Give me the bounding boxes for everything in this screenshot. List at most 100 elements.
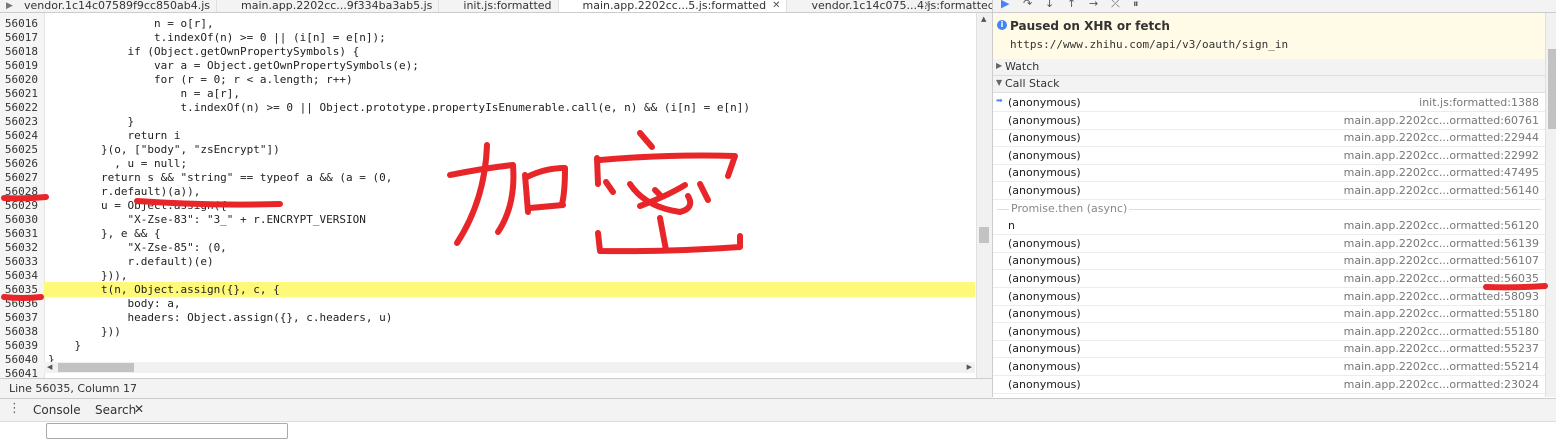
- call-stack-section-header[interactable]: ▼ Call Stack: [993, 76, 1545, 93]
- line-number[interactable]: 56022: [0, 101, 38, 115]
- paused-reason: Paused on XHR or fetch: [1010, 19, 1170, 33]
- scrollbar-thumb[interactable]: [979, 227, 989, 243]
- code-line: })): [48, 325, 121, 338]
- source-tab-label: vendor.1c14c075...4.js:formatted: [811, 0, 992, 12]
- close-tab-icon[interactable]: ✕: [772, 0, 780, 12]
- deactivate-breakpoints-icon[interactable]: ⤫: [1111, 0, 1120, 11]
- frame-location-link[interactable]: main.app.2202cc...ormatted:22944: [1344, 131, 1539, 144]
- line-number[interactable]: 56041: [0, 367, 38, 378]
- code-editor[interactable]: 56016 56017 56018 56019 56020 56021 56022 56023…: [0, 13, 975, 378]
- call-frame[interactable]: (anonymous) main.app.2202cc...ormatted:23…: [993, 376, 1545, 394]
- async-separator: Promise.then (async): [993, 200, 1545, 217]
- line-number[interactable]: 56031: [0, 227, 38, 241]
- step-into-icon[interactable]: ↓: [1045, 0, 1054, 10]
- line-number[interactable]: 56021: [0, 87, 38, 101]
- line-number[interactable]: 56019: [0, 59, 38, 73]
- editor-horizontal-scrollbar[interactable]: ◀ ▶: [44, 362, 975, 373]
- frame-location-link[interactable]: main.app.2202cc...ormatted:55180: [1344, 307, 1539, 320]
- source-tab[interactable]: vendor.1c14c075...4.js:formatted: [787, 0, 992, 12]
- call-frame[interactable]: (anonymous) main.app.2202cc...ormatted:55…: [993, 340, 1545, 359]
- step-icon[interactable]: →: [1089, 0, 1098, 10]
- line-number[interactable]: 56029: [0, 199, 38, 213]
- editor-vertical-scrollbar[interactable]: ▲: [976, 13, 992, 378]
- source-tab[interactable]: main.app.2202cc...9f334ba3ab5.js: [217, 0, 440, 12]
- frame-function-name: (anonymous): [1008, 113, 1081, 127]
- step-over-icon[interactable]: ↷: [1023, 0, 1032, 10]
- tab-search[interactable]: Search: [95, 403, 136, 417]
- pause-on-exceptions-icon[interactable]: ⏸: [1133, 0, 1139, 11]
- line-number[interactable]: 56028: [0, 185, 38, 199]
- frame-location-link[interactable]: main.app.2202cc...ormatted:56140: [1344, 184, 1539, 197]
- step-out-icon[interactable]: ↑: [1067, 0, 1076, 10]
- frame-location-link[interactable]: main.app.2202cc...ormatted:55214: [1344, 360, 1539, 373]
- call-frame[interactable]: ➡ (anonymous) init.js:formatted:1388: [993, 94, 1545, 112]
- watch-section-header[interactable]: ▶ Watch: [993, 59, 1545, 76]
- source-tab-label: main.app.2202cc...9f334ba3ab5.js: [241, 0, 433, 12]
- line-number[interactable]: 56038: [0, 325, 38, 339]
- scrollbar-thumb[interactable]: [58, 363, 134, 372]
- frame-function-name: (anonymous): [1008, 148, 1081, 162]
- call-frame[interactable]: (anonymous) main.app.2202cc...ormatted:56…: [993, 252, 1545, 271]
- scroll-up-icon[interactable]: ▲: [981, 15, 986, 23]
- line-number[interactable]: 56033: [0, 255, 38, 269]
- call-frame[interactable]: n main.app.2202cc...ormatted:56120: [993, 217, 1545, 236]
- frame-location-link[interactable]: main.app.2202cc...ormatted:56107: [1344, 254, 1539, 267]
- call-frame[interactable]: (anonymous) main.app.2202cc...ormatted:55…: [993, 358, 1545, 376]
- scroll-right-icon[interactable]: ▶: [967, 363, 972, 371]
- line-number[interactable]: 56034: [0, 269, 38, 283]
- tab-console[interactable]: Console: [33, 403, 81, 417]
- frame-location-link[interactable]: main.app.2202cc...ormatted:60761: [1344, 114, 1539, 127]
- call-frame[interactable]: (anonymous) main.app.2202cc...ormatted:22…: [993, 147, 1545, 165]
- sidebar-scrollbar[interactable]: [1545, 13, 1556, 397]
- line-number[interactable]: 56040: [0, 353, 38, 367]
- line-number[interactable]: 56017: [0, 31, 38, 45]
- drawer-menu-icon[interactable]: ⋮: [8, 401, 21, 416]
- search-input[interactable]: [46, 423, 288, 439]
- code-line: body: a,: [48, 297, 181, 310]
- line-number[interactable]: 56027: [0, 171, 38, 185]
- call-frame[interactable]: (anonymous) main.app.2202cc...ormatted:56…: [993, 182, 1545, 200]
- call-frame[interactable]: (anonymous) main.app.2202cc...ormatted:55…: [993, 305, 1545, 324]
- more-tabs-icon[interactable]: »: [924, 0, 931, 11]
- line-number[interactable]: 56030: [0, 213, 38, 227]
- call-frame[interactable]: (anonymous) main.app.2202cc...ormatted:22…: [993, 129, 1545, 148]
- source-tabs: ▶ vendor.1c14c07589f9cc850ab4.js main.app.…: [0, 0, 992, 12]
- line-number[interactable]: 56023: [0, 115, 38, 129]
- call-frame[interactable]: (anonymous) main.app.2202cc...ormatted:58…: [993, 288, 1545, 306]
- line-number[interactable]: 56016: [0, 17, 38, 31]
- frame-location-link[interactable]: main.app.2202cc...ormatted:22992: [1344, 149, 1539, 162]
- frame-location-link[interactable]: main.app.2202cc...ormatted:56035: [1344, 272, 1539, 285]
- close-search-tab-icon[interactable]: ✕: [134, 402, 144, 416]
- frame-location-link[interactable]: main.app.2202cc...ormatted:55237: [1344, 342, 1539, 355]
- frame-location-link[interactable]: main.app.2202cc...ormatted:23024: [1344, 378, 1539, 391]
- line-number[interactable]: 56025: [0, 143, 38, 157]
- resume-icon[interactable]: ▶: [1001, 0, 1009, 10]
- line-number[interactable]: 56036: [0, 297, 38, 311]
- source-tab[interactable]: main.app.2202cc...5.js:formatted ✕: [558, 0, 788, 12]
- frame-location-link[interactable]: main.app.2202cc...ormatted:47495: [1344, 166, 1539, 179]
- line-number-gutter[interactable]: 56016 56017 56018 56019 56020 56021 56022 56023…: [0, 13, 45, 378]
- call-frame[interactable]: (anonymous) main.app.2202cc...ormatted:55…: [993, 323, 1545, 341]
- line-number[interactable]: 56039: [0, 339, 38, 353]
- frame-location-link[interactable]: main.app.2202cc...ormatted:55180: [1344, 325, 1539, 338]
- frame-location-link[interactable]: main.app.2202cc...ormatted:56120: [1344, 219, 1539, 232]
- scroll-left-icon[interactable]: ◀: [47, 363, 52, 371]
- line-number[interactable]: 56018: [0, 45, 38, 59]
- frame-location-link[interactable]: init.js:formatted:1388: [1419, 96, 1539, 109]
- call-frame[interactable]: (anonymous) main.app.2202cc...ormatted:60…: [993, 112, 1545, 130]
- source-tab[interactable]: init.js:formatted: [439, 0, 559, 12]
- call-frame[interactable]: (anonymous) main.app.2202cc...ormatted:56…: [993, 235, 1545, 253]
- source-tab[interactable]: ▶ vendor.1c14c07589f9cc850ab4.js: [0, 0, 218, 12]
- paused-banner: i Paused on XHR or fetch https://www.zhi…: [993, 13, 1545, 60]
- frame-location-link[interactable]: main.app.2202cc...ormatted:58093: [1344, 290, 1539, 303]
- call-frame[interactable]: (anonymous) main.app.2202cc...ormatted:47…: [993, 164, 1545, 183]
- line-number[interactable]: 56026: [0, 157, 38, 171]
- frame-location-link[interactable]: main.app.2202cc...ormatted:56139: [1344, 237, 1539, 250]
- call-frame[interactable]: (anonymous) main.app.2202cc...ormatted:56…: [993, 270, 1545, 288]
- line-number[interactable]: 56035: [0, 283, 38, 297]
- line-number[interactable]: 56032: [0, 241, 38, 255]
- scrollbar-thumb[interactable]: [1548, 49, 1556, 129]
- line-number[interactable]: 56037: [0, 311, 38, 325]
- line-number[interactable]: 56024: [0, 129, 38, 143]
- line-number[interactable]: 56020: [0, 73, 38, 87]
